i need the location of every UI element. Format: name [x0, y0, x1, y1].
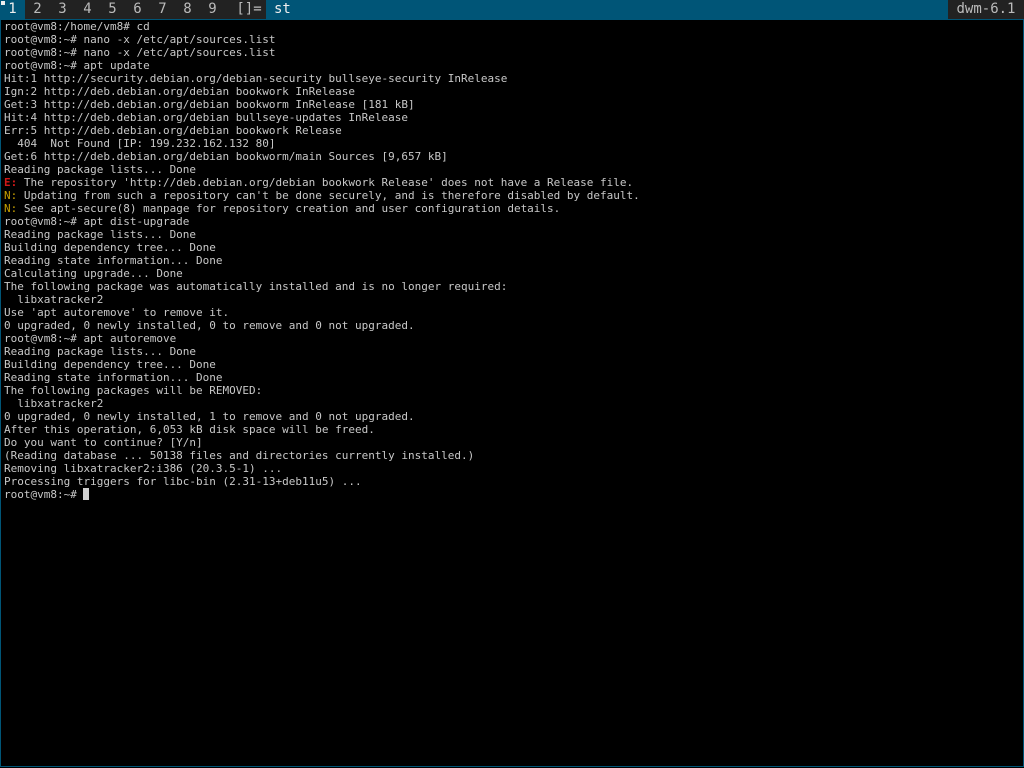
line-text: root@vm8:~# nano -x /etc/apt/sources.lis… [4, 33, 276, 46]
terminal-line: root@vm8:~# nano -x /etc/apt/sources.lis… [4, 33, 640, 46]
terminal-line: N: See apt-secure(8) manpage for reposit… [4, 202, 640, 215]
line-text: Reading package lists... Done [4, 345, 197, 358]
terminal-line: 404 Not Found [IP: 199.232.162.132 80] [4, 137, 640, 150]
tag-6[interactable]: 6 [125, 0, 150, 19]
message-prefix: E: [4, 176, 18, 189]
line-text: 0 upgraded, 0 newly installed, 0 to remo… [4, 319, 415, 332]
terminal-line: The following packages will be REMOVED: [4, 384, 640, 397]
line-text: Building dependency tree... Done [4, 358, 216, 371]
terminal-line: 0 upgraded, 0 newly installed, 0 to remo… [4, 319, 640, 332]
line-text: libxatracker2 [4, 293, 104, 306]
line-text: Hit:1 http://security.debian.org/debian-… [4, 72, 508, 85]
terminal-line: Reading state information... Done [4, 254, 640, 267]
terminal-line: Use 'apt autoremove' to remove it. [4, 306, 640, 319]
terminal-line: Ign:2 http://deb.debian.org/debian bookw… [4, 85, 640, 98]
line-text: Reading state information... Done [4, 254, 223, 267]
terminal-line: Get:6 http://deb.debian.org/debian bookw… [4, 150, 640, 163]
terminal-line: Reading package lists... Done [4, 228, 640, 241]
terminal-line: root@vm8:~# apt update [4, 59, 640, 72]
terminal-line: N: Updating from such a repository can't… [4, 189, 640, 202]
terminal-line: Building dependency tree... Done [4, 358, 640, 371]
layout-symbol[interactable]: []= [232, 0, 266, 19]
terminal-line: root@vm8:~# nano -x /etc/apt/sources.lis… [4, 46, 640, 59]
line-text: Calculating upgrade... Done [4, 267, 183, 280]
line-text: (Reading database ... 50138 files and di… [4, 449, 475, 462]
tag-5[interactable]: 5 [100, 0, 125, 19]
line-text: Ign:2 http://deb.debian.org/debian bookw… [4, 85, 355, 98]
line-text: Hit:4 http://deb.debian.org/debian bulls… [4, 111, 408, 124]
line-text: The following package was automatically … [4, 280, 508, 293]
line-text: After this operation, 6,053 kB disk spac… [4, 423, 375, 436]
tag-1[interactable]: 1 [0, 0, 25, 19]
terminal-line: (Reading database ... 50138 files and di… [4, 449, 640, 462]
line-text: See apt-secure(8) manpage for repository… [17, 202, 561, 215]
occupied-indicator-icon [1, 1, 5, 5]
line-text: 404 Not Found [IP: 199.232.162.132 80] [4, 137, 276, 150]
line-text: 0 upgraded, 0 newly installed, 1 to remo… [4, 410, 415, 423]
terminal-line: root@vm8:~# apt autoremove [4, 332, 640, 345]
terminal-line: The following package was automatically … [4, 280, 640, 293]
terminal-line: 0 upgraded, 0 newly installed, 1 to remo… [4, 410, 640, 423]
line-text: Processing triggers for libc-bin (2.31-1… [4, 475, 362, 488]
terminal-line: libxatracker2 [4, 397, 640, 410]
dwm-status-bar: 123456789 []= st dwm-6.1 [0, 0, 1024, 19]
line-text: The following packages will be REMOVED: [4, 384, 263, 397]
line-text: Removing libxatracker2:i386 (20.3.5-1) .… [4, 462, 283, 475]
terminal-line: Reading package lists... Done [4, 345, 640, 358]
terminal-line: root@vm8:~# apt dist-upgrade [4, 215, 640, 228]
tag-8[interactable]: 8 [175, 0, 200, 19]
status-text: dwm-6.1 [948, 0, 1024, 19]
line-text: The repository 'http://deb.debian.org/de… [17, 176, 634, 189]
window-title: st [266, 0, 948, 19]
message-prefix: N: [4, 202, 18, 215]
terminal-line: Calculating upgrade... Done [4, 267, 640, 280]
prompt-line[interactable]: root@vm8:~# [4, 488, 640, 501]
terminal-line: Hit:1 http://security.debian.org/debian-… [4, 72, 640, 85]
terminal-line: root@vm8:/home/vm8# cd [4, 20, 640, 33]
tag-2[interactable]: 2 [25, 0, 50, 19]
terminal-line: Removing libxatracker2:i386 (20.3.5-1) .… [4, 462, 640, 475]
shell-prompt: root@vm8:~# [4, 488, 84, 501]
message-prefix: N: [4, 189, 18, 202]
line-text: Get:3 http://deb.debian.org/debian bookw… [4, 98, 415, 111]
terminal-line: libxatracker2 [4, 293, 640, 306]
tag-7[interactable]: 7 [150, 0, 175, 19]
line-text: root@vm8:/home/vm8# cd [4, 20, 150, 33]
line-text: root@vm8:~# apt autoremove [4, 332, 177, 345]
terminal-line: Err:5 http://deb.debian.org/debian bookw… [4, 124, 640, 137]
text-cursor [83, 488, 90, 500]
line-text: Building dependency tree... Done [4, 241, 216, 254]
tag-4[interactable]: 4 [75, 0, 100, 19]
terminal-line: After this operation, 6,053 kB disk spac… [4, 423, 640, 436]
terminal-line: E: The repository 'http://deb.debian.org… [4, 176, 640, 189]
terminal-line: Hit:4 http://deb.debian.org/debian bulls… [4, 111, 640, 124]
line-text: libxatracker2 [4, 397, 104, 410]
line-text: root@vm8:~# apt dist-upgrade [4, 215, 190, 228]
line-text: Reading state information... Done [4, 371, 223, 384]
line-text: Do you want to continue? [Y/n] [4, 436, 203, 449]
line-text: Err:5 http://deb.debian.org/debian bookw… [4, 124, 342, 137]
line-text: Use 'apt autoremove' to remove it. [4, 306, 230, 319]
line-text: root@vm8:~# nano -x /etc/apt/sources.lis… [4, 46, 276, 59]
line-text: Updating from such a repository can't be… [17, 189, 640, 202]
tag-9[interactable]: 9 [200, 0, 225, 19]
terminal-output: root@vm8:/home/vm8# cd root@vm8:~# nano -… [4, 20, 640, 501]
line-text: Reading package lists... Done [4, 228, 197, 241]
line-text: root@vm8:~# apt update [4, 59, 150, 72]
line-text: Get:6 http://deb.debian.org/debian bookw… [4, 150, 448, 163]
terminal-line: Reading state information... Done [4, 371, 640, 384]
terminal-line: Do you want to continue? [Y/n] [4, 436, 640, 449]
terminal-line: Reading package lists... Done [4, 163, 640, 176]
line-text: Reading package lists... Done [4, 163, 197, 176]
terminal-line: Processing triggers for libc-bin (2.31-1… [4, 475, 640, 488]
tag-3[interactable]: 3 [50, 0, 75, 19]
terminal-line: Get:3 http://deb.debian.org/debian bookw… [4, 98, 640, 111]
terminal-line: Building dependency tree... Done [4, 241, 640, 254]
terminal-window[interactable]: root@vm8:/home/vm8# cd root@vm8:~# nano -… [0, 19, 1024, 767]
